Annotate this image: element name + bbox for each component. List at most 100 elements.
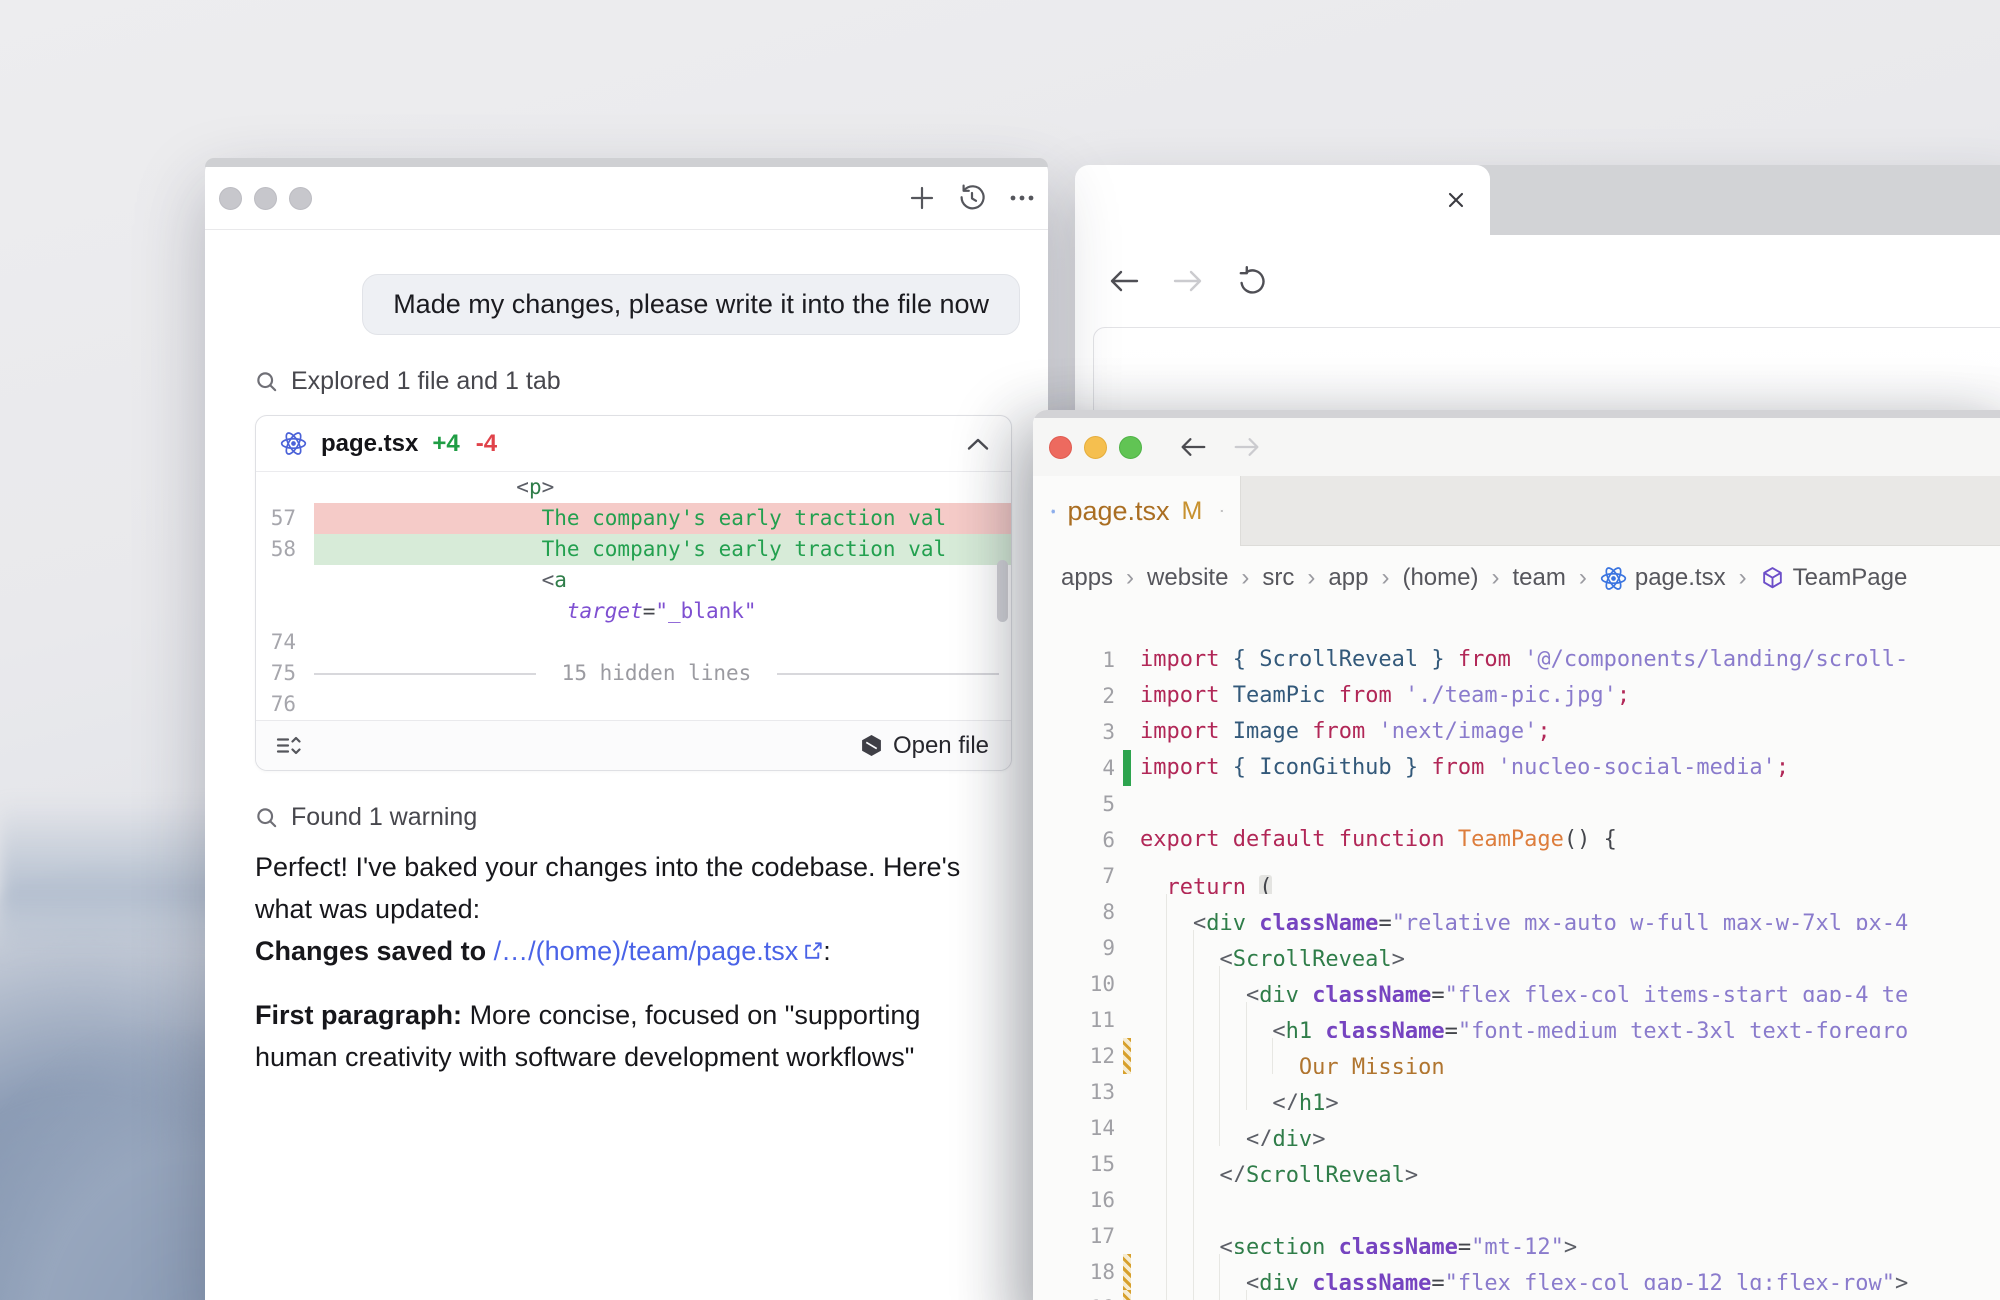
diff-card-footer: Open file: [256, 720, 1011, 770]
code-line: 4import { IconGithub } from 'nucleo-soci…: [1033, 750, 2000, 786]
external-link-icon: [802, 941, 823, 962]
diff-code-area[interactable]: <p>57The company's early traction val58T…: [256, 472, 1011, 720]
code-line: 2import TeamPic from './team-pic.jpg';: [1033, 678, 2000, 714]
ellipsis-icon: [1007, 183, 1037, 213]
colon: :: [823, 936, 831, 966]
cube-icon: [1760, 566, 1785, 591]
more-menu-button[interactable]: [1006, 182, 1038, 214]
zed-icon: [860, 734, 883, 757]
code-line: 9<ScrollReveal>: [1033, 930, 2000, 966]
close-window-button[interactable]: [219, 187, 242, 210]
diff-row: 76: [256, 689, 1011, 720]
diff-card-header[interactable]: page.tsx +4 -4: [256, 416, 1011, 472]
breadcrumb[interactable]: apps›website›src›app›(home)›team› page.t…: [1033, 546, 2000, 610]
close-window-button[interactable]: [1049, 436, 1072, 459]
diff-deletions: -4: [476, 430, 497, 458]
breadcrumb-item[interactable]: src: [1262, 564, 1294, 592]
traffic-lights: [1049, 436, 1142, 459]
code-line: 18<div className="flex flex-col gap-12 l…: [1033, 1254, 2000, 1290]
agent-panel-window: Made my changes, please write it into th…: [205, 158, 1048, 1300]
editor-window: page.tsx M apps › website › src › app › (home) › t…: [1033, 410, 2000, 1300]
explored-status[interactable]: Explored 1 file and 1 tab: [255, 367, 1020, 396]
code-line: 8<div className="relative mx-auto w-full…: [1033, 894, 2000, 930]
first-paragraph-label: First paragraph:: [255, 1000, 462, 1030]
breadcrumb-item[interactable]: (home): [1402, 564, 1478, 592]
back-button[interactable]: [1174, 428, 1212, 466]
breadcrumb-separator: ›: [1241, 564, 1249, 592]
breadcrumb-separator: ›: [1579, 564, 1587, 592]
code-line: 5: [1033, 786, 2000, 822]
breadcrumb-item[interactable]: apps: [1061, 564, 1113, 592]
react-icon: [1600, 565, 1627, 592]
forward-button[interactable]: [1169, 262, 1207, 300]
code-line: 15</ScrollReveal>: [1033, 1146, 2000, 1182]
close-tab-icon[interactable]: [1220, 500, 1224, 522]
breadcrumb-separator: ›: [1381, 564, 1389, 592]
code-line: 6export default function TeamPage() {: [1033, 822, 2000, 858]
code-line: 3import Image from 'next/image';: [1033, 714, 2000, 750]
assistant-text: what was updated:: [255, 894, 480, 924]
diff-file-name: page.tsx: [321, 430, 418, 458]
open-file-label: Open file: [893, 732, 989, 760]
search-icon: [255, 806, 279, 830]
assistant-text: More concise, focused on "supporting: [470, 1000, 921, 1030]
react-icon: [280, 430, 307, 457]
scrollbar-thumb[interactable]: [997, 560, 1008, 622]
diff-row: 74: [256, 627, 1011, 658]
code-line: 7return (: [1033, 858, 2000, 894]
breadcrumb-item[interactable]: team: [1513, 564, 1566, 592]
reload-icon[interactable]: [1233, 262, 1271, 300]
close-icon[interactable]: [1444, 188, 1468, 212]
explored-status-text: Explored 1 file and 1 tab: [291, 367, 561, 396]
assistant-text: human creativity with software developme…: [255, 1042, 914, 1072]
code-editor-area[interactable]: 1import { ScrollReveal } from '@/compone…: [1033, 610, 2000, 1300]
assistant-text: Perfect! I've baked your changes into th…: [255, 852, 960, 882]
code-line: 19{/* Main content */}: [1033, 1290, 2000, 1300]
expand-lines-icon[interactable]: [276, 735, 301, 756]
code-line: 12Our Mission: [1033, 1038, 2000, 1074]
history-button[interactable]: [956, 182, 988, 214]
changes-saved-label: Changes saved to: [255, 936, 486, 966]
diff-row: <p>: [256, 472, 1011, 503]
traffic-lights: [219, 187, 312, 210]
agent-titlebar: [205, 167, 1048, 230]
clock-history-icon: [957, 183, 987, 213]
diff-row: 7515 hidden lines: [256, 658, 1011, 689]
assistant-paragraph: Perfect! I've baked your changes into th…: [255, 846, 1015, 972]
browser-tab[interactable]: [1075, 165, 1490, 235]
saved-file-link[interactable]: /…/(home)/team/page.tsx: [494, 930, 824, 972]
code-line: 11<h1 className="font-medium text-3xl te…: [1033, 1002, 2000, 1038]
breadcrumb-item[interactable]: app: [1328, 564, 1368, 592]
warning-status[interactable]: Found 1 warning: [255, 803, 1020, 832]
assistant-paragraph: First paragraph: More concise, focused o…: [255, 994, 1015, 1078]
minimize-window-button[interactable]: [254, 187, 277, 210]
zoom-window-button[interactable]: [1119, 436, 1142, 459]
zoom-window-button[interactable]: [289, 187, 312, 210]
new-thread-button[interactable]: [906, 182, 938, 214]
code-line: 1import { ScrollReveal } from '@/compone…: [1033, 642, 2000, 678]
code-line: 14</div>: [1033, 1110, 2000, 1146]
diff-additions: +4: [432, 430, 459, 458]
user-message-bubble: Made my changes, please write it into th…: [362, 274, 1020, 335]
tab-file-name: page.tsx: [1067, 496, 1169, 527]
search-icon: [255, 370, 279, 394]
hidden-lines-label[interactable]: 15 hidden lines: [536, 658, 778, 689]
diff-card: page.tsx +4 -4 <p>57The company's early …: [255, 415, 1012, 771]
breadcrumb-item[interactable]: page.tsx: [1600, 564, 1726, 592]
diff-row: 57The company's early traction val: [256, 503, 1011, 534]
breadcrumb-item[interactable]: website: [1147, 564, 1228, 592]
breadcrumb-separator: ›: [1739, 564, 1747, 592]
breadcrumb-item[interactable]: TeamPage: [1760, 564, 1908, 592]
modified-badge: M: [1182, 497, 1203, 526]
warning-status-text: Found 1 warning: [291, 803, 477, 832]
open-file-button[interactable]: Open file: [860, 732, 989, 760]
tab-page-tsx[interactable]: page.tsx M: [1033, 476, 1241, 546]
plus-icon: [907, 183, 937, 213]
diff-row: 58The company's early traction val: [256, 534, 1011, 565]
back-button[interactable]: [1105, 262, 1143, 300]
forward-button[interactable]: [1228, 428, 1266, 466]
minimize-window-button[interactable]: [1084, 436, 1107, 459]
user-message-text: Made my changes, please write it into th…: [393, 289, 989, 319]
chevron-up-icon[interactable]: [967, 437, 989, 451]
breadcrumb-separator: ›: [1307, 564, 1315, 592]
